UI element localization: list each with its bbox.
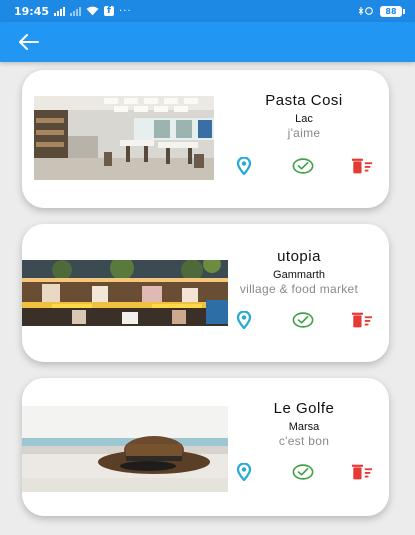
place-location: Gammarth [273,269,325,281]
check-circle-icon [292,312,314,328]
check-circle-icon [292,464,314,480]
place-info: Pasta Cosi Lac j'aime [229,92,379,140]
status-right: 88 [359,5,405,17]
delete-button[interactable] [351,156,373,176]
card-actions [233,156,373,176]
place-card[interactable]: utopia Gammarth village & food market [22,224,389,362]
place-card[interactable]: Pasta Cosi Lac j'aime [22,70,389,208]
place-photo [34,96,214,180]
location-pin-icon [236,463,252,481]
location-button[interactable] [233,310,255,330]
more-notifications-icon: ··· [119,5,132,17]
location-button[interactable] [233,462,255,482]
battery-tip [403,8,405,14]
place-info: utopia Gammarth village & food market [219,248,379,296]
battery-level: 88 [380,5,402,17]
check-button[interactable] [292,310,314,330]
status-left: 19:45 f ··· [14,5,132,18]
place-card[interactable]: Le Golfe Marsa c'est bon [22,378,389,516]
place-photo [22,260,228,326]
place-location: Lac [295,113,313,125]
arrow-left-icon [19,34,39,50]
location-pin-icon [236,311,252,329]
place-photo [22,406,228,492]
location-pin-icon [236,157,252,175]
place-comment: j'aime [287,126,321,140]
wifi-icon [86,6,99,16]
location-button[interactable] [233,156,255,176]
delete-button[interactable] [351,462,373,482]
check-button[interactable] [292,156,314,176]
status-time: 19:45 [14,4,50,18]
signal-icon [70,6,82,16]
bluetooth-icon [359,7,373,15]
place-name: Pasta Cosi [265,92,343,109]
delete-sweep-icon [351,158,373,174]
card-actions [233,310,373,330]
delete-sweep-icon [351,312,373,328]
card-actions [233,462,373,482]
delete-button[interactable] [351,310,373,330]
back-button[interactable] [16,30,42,54]
place-location: Marsa [288,421,320,433]
check-circle-icon [292,158,314,174]
check-button[interactable] [292,462,314,482]
app-bar [0,22,415,62]
delete-sweep-icon [351,464,373,480]
status-bar: 19:45 f ··· 88 [0,0,415,22]
place-name: Le Golfe [273,400,335,417]
place-name: utopia [277,248,321,265]
place-comment: village & food market [239,282,359,296]
battery-icon: 88 [380,5,405,17]
places-list: Pasta Cosi Lac j'aime utopia Gammarth vi… [0,62,415,535]
signal-icon [54,6,66,16]
facebook-icon: f [104,6,115,16]
place-comment: c'est bon [278,434,330,448]
place-info: Le Golfe Marsa c'est bon [229,400,379,448]
